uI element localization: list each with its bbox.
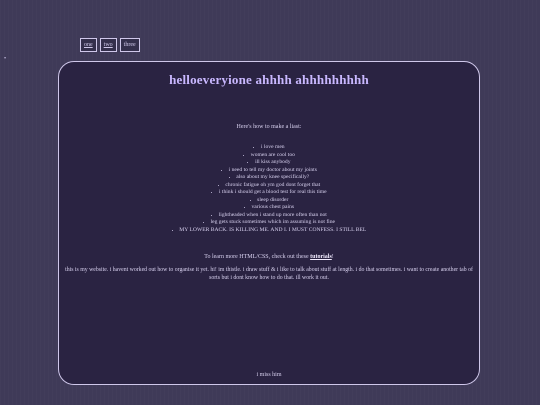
list-intro: Here's how to make a liast:	[236, 124, 302, 130]
nav-link-two[interactable]: two	[99, 38, 117, 52]
tutorials-line: To learn more HTML/CSS, check out these …	[59, 254, 479, 260]
bullet-list: i love men women are cool too ill kiss a…	[59, 144, 479, 234]
list-item: leg gets stuck sometimes which im assumi…	[59, 219, 479, 227]
page-title: helloeveryione ahhhh ahhhhhhhhh	[169, 72, 369, 87]
tutorials-suffix: !	[331, 254, 334, 260]
content-panel: helloeveryione ahhhh ahhhhhhhhh Here's h…	[58, 61, 480, 385]
stray-dot: •	[4, 56, 7, 62]
list-item: i love men	[59, 144, 479, 152]
tutorials-link[interactable]: tutorials	[310, 254, 332, 260]
nav-link-one[interactable]: one	[80, 38, 97, 52]
list-item: various chest pains	[59, 204, 479, 212]
list-item: also about my knee specifically?	[59, 174, 479, 182]
top-nav: one two three	[80, 38, 140, 52]
list-item: women are cool too	[59, 152, 479, 160]
list-item: lightheaded when i stand up more often t…	[59, 212, 479, 220]
list-item: i need to tell my doctor about my joints	[59, 167, 479, 175]
nav-link-three[interactable]: three	[119, 38, 140, 52]
list-item: MY LOWER BACK. IS KILLING ME. AND I. I M…	[59, 227, 479, 235]
footer-text: i miss him	[256, 372, 282, 378]
tutorials-prefix: To learn more HTML/CSS, check out these	[204, 254, 311, 260]
list-item: ill kiss anybody	[59, 159, 479, 167]
list-item: chronic fatigue oh ym god dont forget th…	[59, 182, 479, 190]
list-item: i think i should get a blood test for re…	[59, 189, 479, 197]
list-item: sleep disorder	[59, 197, 479, 205]
about-text: this is my website. i havent worked out …	[65, 267, 473, 281]
